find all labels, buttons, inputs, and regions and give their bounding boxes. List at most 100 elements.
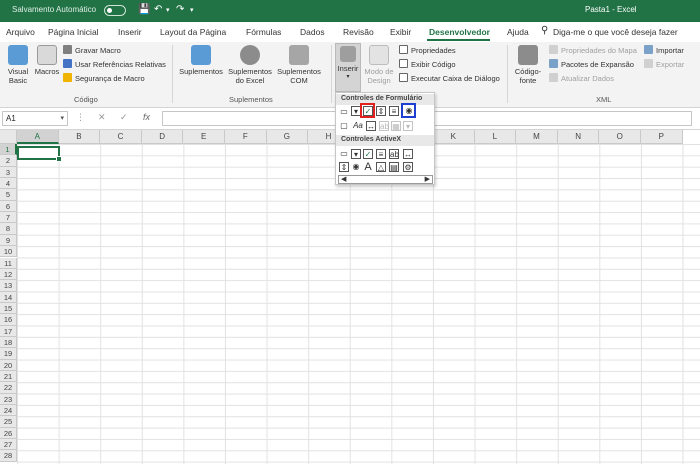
row-header[interactable]: 20 bbox=[0, 359, 17, 371]
row-header[interactable]: 3 bbox=[0, 166, 17, 179]
excel-add-ins-button[interactable]: Suplementos do Excel bbox=[227, 45, 273, 85]
redo-icon[interactable]: ↷ bbox=[176, 4, 184, 15]
cancel-icon[interactable]: ✕ bbox=[98, 112, 106, 123]
tab-pagina-inicial[interactable]: Página Inicial bbox=[48, 27, 99, 37]
activex-toggle-button-icon[interactable]: ▤ bbox=[389, 162, 399, 172]
activex-text-box-icon[interactable]: ab bbox=[389, 149, 399, 159]
column-header[interactable]: C bbox=[100, 130, 142, 144]
column-header[interactable]: K bbox=[433, 130, 475, 144]
visual-basic-button[interactable]: Visual Basic bbox=[4, 45, 32, 85]
column-header[interactable]: D bbox=[141, 130, 184, 144]
insert-controls-button[interactable]: Inserir ▾ bbox=[335, 43, 361, 92]
tab-inserir[interactable]: Inserir bbox=[118, 27, 142, 37]
expansion-packs-button[interactable]: Pacotes de Expansão bbox=[549, 59, 634, 69]
activex-checkbox-icon[interactable]: ✓ bbox=[363, 149, 373, 159]
design-mode-button[interactable]: Modo de Design bbox=[362, 45, 396, 85]
button-control-icon[interactable]: ▭ bbox=[339, 107, 349, 117]
column-header[interactable]: B bbox=[58, 130, 101, 144]
properties-button[interactable]: Propriedades bbox=[399, 45, 456, 55]
column-header[interactable]: M bbox=[516, 130, 558, 144]
autosave-toggle[interactable] bbox=[104, 5, 126, 16]
activex-spin-button-icon[interactable]: ⇕ bbox=[339, 162, 349, 172]
scroll-bar-control-icon[interactable]: ↔ bbox=[366, 121, 376, 131]
column-header[interactable]: A bbox=[17, 130, 59, 144]
row-header[interactable]: 15 bbox=[0, 302, 17, 315]
row-header[interactable]: 16 bbox=[0, 314, 17, 326]
tab-dados[interactable]: Dados bbox=[300, 27, 325, 37]
row-header[interactable]: 10 bbox=[0, 246, 17, 258]
row-header[interactable]: 11 bbox=[0, 257, 17, 269]
row-header[interactable]: 6 bbox=[0, 200, 17, 213]
more-controls-scrollbar[interactable]: ◀ ▶ bbox=[338, 175, 433, 184]
row-header[interactable]: 14 bbox=[0, 291, 17, 303]
tab-layout-da-pagina[interactable]: Layout da Página bbox=[160, 27, 226, 37]
enter-icon[interactable]: ✓ bbox=[120, 112, 128, 123]
row-header[interactable]: 25 bbox=[0, 416, 17, 428]
activex-scroll-bar-icon[interactable]: ↔ bbox=[403, 149, 413, 159]
row-header[interactable]: 26 bbox=[0, 427, 17, 440]
spin-button-control-icon[interactable]: ⇕ bbox=[376, 106, 386, 116]
select-all-corner[interactable] bbox=[0, 130, 17, 144]
label-control-icon[interactable]: Aa bbox=[351, 121, 365, 131]
activex-combo-box-icon[interactable]: ▾ bbox=[351, 149, 361, 159]
row-header[interactable]: 28 bbox=[0, 450, 17, 462]
tab-revisao[interactable]: Revisão bbox=[343, 27, 374, 37]
com-add-ins-button[interactable]: Suplementos COM bbox=[276, 45, 322, 85]
scroll-right-icon[interactable]: ▶ bbox=[425, 175, 430, 183]
export-button[interactable]: Exportar bbox=[644, 59, 684, 69]
column-header[interactable]: N bbox=[557, 130, 600, 144]
tab-formulas[interactable]: Fórmulas bbox=[246, 27, 281, 37]
column-header[interactable]: E bbox=[183, 130, 225, 144]
row-header[interactable]: 2 bbox=[0, 155, 17, 167]
column-header[interactable]: O bbox=[599, 130, 641, 144]
activex-option-button-icon[interactable]: ◉ bbox=[351, 162, 361, 172]
row-header[interactable]: 21 bbox=[0, 371, 17, 383]
scroll-left-icon[interactable]: ◀ bbox=[341, 175, 346, 183]
run-dialog-button[interactable]: Executar Caixa de Diálogo bbox=[399, 73, 500, 83]
column-header[interactable]: P bbox=[641, 130, 683, 144]
row-header[interactable]: 8 bbox=[0, 223, 17, 235]
view-code-button[interactable]: Exibir Código bbox=[399, 59, 456, 69]
row-header[interactable]: 7 bbox=[0, 212, 17, 224]
row-header[interactable]: 27 bbox=[0, 439, 17, 451]
macros-button[interactable]: Macros bbox=[33, 45, 61, 76]
column-header[interactable]: L bbox=[474, 130, 517, 144]
activex-list-box-icon[interactable]: ≡ bbox=[376, 149, 386, 159]
row-header[interactable]: 9 bbox=[0, 234, 17, 247]
insert-function-icon[interactable]: fx bbox=[143, 112, 150, 122]
activex-image-icon[interactable]: △ bbox=[376, 162, 386, 172]
column-header[interactable]: F bbox=[225, 130, 267, 144]
tab-desenvolvedor[interactable]: Desenvolvedor bbox=[429, 27, 490, 37]
refresh-data-button[interactable]: Atualizar Dados bbox=[549, 73, 614, 83]
active-cell-a1[interactable] bbox=[17, 146, 62, 162]
undo-icon[interactable]: ↶ bbox=[154, 4, 162, 15]
activex-label-icon[interactable]: A bbox=[363, 162, 373, 173]
row-header[interactable]: 13 bbox=[0, 280, 17, 292]
tab-arquivo[interactable]: Arquivo bbox=[6, 27, 35, 37]
row-header[interactable]: 5 bbox=[0, 189, 17, 201]
row-header[interactable]: 12 bbox=[0, 268, 17, 281]
row-header[interactable]: 22 bbox=[0, 382, 17, 394]
name-box[interactable]: A1 ▾ bbox=[2, 111, 68, 126]
row-header[interactable]: 4 bbox=[0, 178, 17, 190]
row-header[interactable]: 18 bbox=[0, 336, 17, 349]
column-header[interactable]: G bbox=[266, 130, 309, 144]
row-header[interactable]: 23 bbox=[0, 393, 17, 406]
import-button[interactable]: Importar bbox=[644, 45, 684, 55]
activex-more-controls-icon[interactable]: ⚙ bbox=[403, 162, 413, 172]
tell-me-search[interactable]: Diga-me o que você deseja fazer bbox=[553, 27, 678, 37]
tab-exibir[interactable]: Exibir bbox=[390, 27, 411, 37]
undo-dropdown-icon[interactable]: ▾ bbox=[166, 6, 170, 14]
relative-references-button[interactable]: Usar Referências Relativas bbox=[63, 59, 166, 69]
add-ins-button[interactable]: Suplementos bbox=[178, 45, 224, 76]
record-macro-button[interactable]: Gravar Macro bbox=[63, 45, 121, 55]
tab-ajuda[interactable]: Ajuda bbox=[507, 27, 529, 37]
row-header[interactable]: 19 bbox=[0, 348, 17, 360]
row-header[interactable]: 24 bbox=[0, 405, 17, 417]
list-box-control-icon[interactable]: ≡ bbox=[389, 106, 399, 116]
macro-security-button[interactable]: Segurança de Macro bbox=[63, 73, 145, 83]
customize-toolbar-icon[interactable]: ▾ bbox=[190, 6, 194, 14]
activex-command-button-icon[interactable]: ▭ bbox=[339, 149, 349, 159]
save-icon[interactable]: 💾 bbox=[138, 4, 150, 15]
map-properties-button[interactable]: Propriedades do Mapa bbox=[549, 45, 637, 55]
